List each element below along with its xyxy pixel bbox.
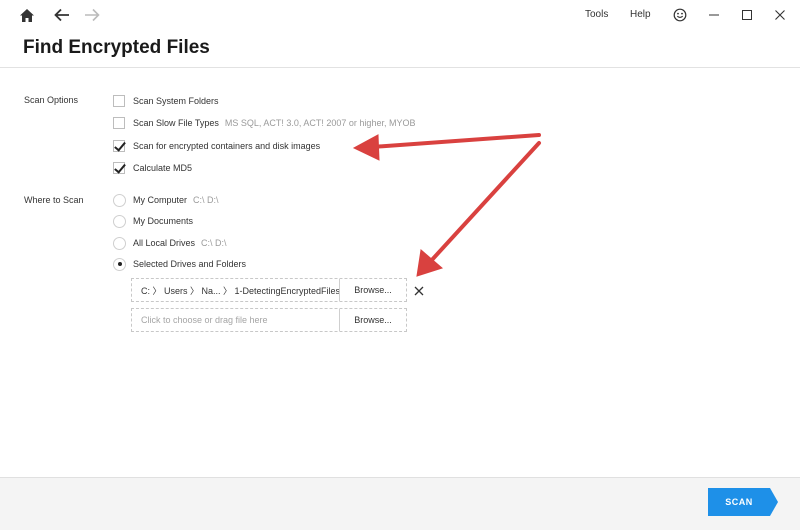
option-label: Scan for encrypted containers and disk i… (133, 141, 321, 151)
option-label: Scan Slow File Types (133, 118, 219, 128)
top-bar: Tools Help Find Encrypted Files (0, 0, 800, 68)
close-icon[interactable] (770, 5, 790, 25)
annotation-arrow-line (428, 141, 541, 264)
where-to-scan-label: Where to Scan (24, 195, 84, 205)
checkbox[interactable] (113, 95, 125, 107)
option-label: All Local Drives (133, 238, 196, 248)
radio-my-documents[interactable]: My Documents (113, 214, 193, 228)
option-calculate-md5[interactable]: Calculate MD5 (113, 161, 192, 175)
arrow-right-icon[interactable] (81, 5, 103, 25)
folder-path-value: C: 〉 Users 〉 Na... 〉 1-DetectingEncrypte… (141, 285, 339, 296)
arrow-left-icon[interactable] (51, 5, 73, 25)
radio-selected-drives-and-folders[interactable]: Selected Drives and Folders (113, 257, 246, 271)
option-hint: MS SQL, ACT! 3.0, ACT! 2007 or higher, M… (224, 118, 416, 128)
option-scan-system-folders[interactable]: Scan System Folders (113, 94, 219, 108)
menu-help[interactable]: Help (630, 9, 651, 20)
page-title: Find Encrypted Files (23, 37, 210, 58)
checkbox[interactable] (113, 117, 125, 129)
radio-button[interactable] (113, 193, 126, 207)
footer-bar (0, 477, 800, 530)
option-scan-encrypted-containers[interactable]: Scan for encrypted containers and disk i… (113, 139, 320, 153)
option-hint: C:\ D:\ (193, 195, 219, 205)
scan-button-label: SCAN (725, 497, 753, 507)
radio-button[interactable] (113, 257, 126, 271)
option-label: My Computer (133, 195, 188, 205)
smiley-icon[interactable] (669, 5, 691, 25)
radio-button[interactable] (113, 236, 126, 250)
annotation-arrow-line (370, 133, 541, 149)
radio-all-local-drives[interactable]: All Local Drives C:\ D:\ (113, 236, 227, 250)
radio-button[interactable] (113, 214, 126, 228)
option-hint: C:\ D:\ (201, 238, 227, 248)
radio-my-computer[interactable]: My Computer C:\ D:\ (113, 193, 219, 207)
browse-button[interactable]: Browse... (339, 279, 406, 301)
checkbox[interactable] (113, 140, 125, 152)
option-label: My Documents (133, 216, 194, 226)
option-label: Calculate MD5 (133, 163, 193, 173)
scan-options-label: Scan Options (24, 95, 79, 105)
browse-button[interactable]: Browse... (339, 309, 406, 331)
folder-path-field[interactable]: C: 〉 Users 〉 Na... 〉 1-DetectingEncrypte… (131, 278, 407, 302)
maximize-icon[interactable] (737, 5, 757, 25)
add-path-drop-field[interactable]: Click to choose or drag file here Browse… (131, 308, 407, 332)
checkbox[interactable] (113, 162, 125, 174)
home-icon[interactable] (16, 5, 38, 25)
menu-tools[interactable]: Tools (585, 9, 608, 20)
annotation-arrowhead (352, 134, 380, 161)
remove-path-icon[interactable] (413, 284, 425, 296)
minimize-icon[interactable] (704, 5, 724, 25)
drop-field-placeholder: Click to choose or drag file here (141, 315, 268, 325)
option-scan-slow-file-types[interactable]: Scan Slow File Types MS SQL, ACT! 3.0, A… (113, 116, 415, 130)
option-label: Selected Drives and Folders (133, 259, 247, 269)
option-label: Scan System Folders (133, 96, 219, 106)
annotation-arrowhead (416, 249, 444, 277)
scan-button[interactable]: SCAN (708, 488, 778, 516)
